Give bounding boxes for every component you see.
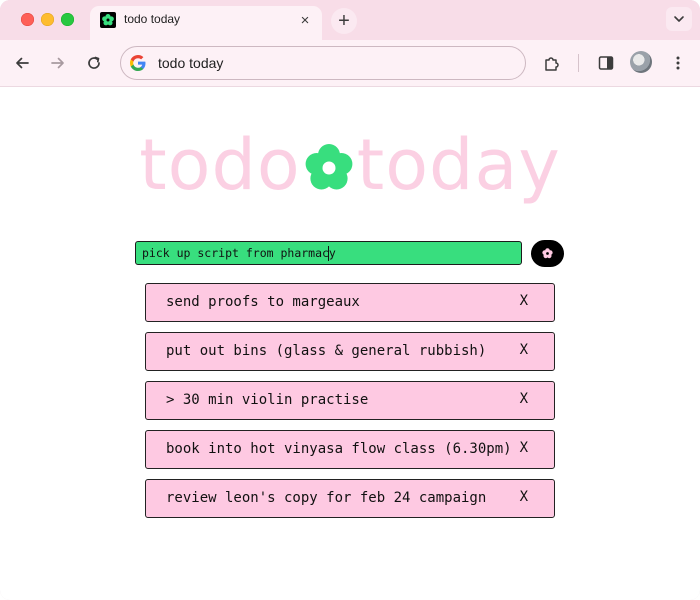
delete-todo-button[interactable]: X — [520, 489, 528, 505]
todo-text: > 30 min violin practise — [166, 392, 369, 408]
tab-close-icon[interactable]: × — [296, 11, 314, 29]
logo-text-right: today — [356, 124, 561, 206]
profile-avatar[interactable] — [630, 51, 652, 73]
delete-todo-button[interactable]: X — [520, 293, 528, 309]
side-panel-icon[interactable] — [594, 51, 618, 75]
google-g-icon — [129, 54, 147, 76]
forward-arrow-icon[interactable] — [46, 51, 70, 75]
add-todo-button[interactable] — [531, 240, 564, 267]
more-menu-icon[interactable] — [666, 51, 690, 75]
tab-todo-today[interactable]: todo today × — [90, 6, 322, 40]
extensions-puzzle-icon[interactable] — [540, 51, 564, 75]
todo-text: book into hot vinyasa flow class (6.30pm… — [166, 441, 512, 457]
delete-todo-button[interactable]: X — [520, 391, 528, 407]
todo-text: put out bins (glass & general rubbish) — [166, 343, 487, 359]
todo-item: review leon's copy for feb 24 campaign X — [145, 479, 555, 518]
todo-text: send proofs to margeaux — [166, 294, 360, 310]
tab-title: todo today — [124, 12, 181, 26]
address-text: todo today — [158, 55, 224, 71]
tab-search-chevron-icon[interactable] — [666, 7, 692, 31]
toolbar-divider — [578, 54, 579, 72]
delete-todo-button[interactable]: X — [520, 342, 528, 358]
page-content: todo today pick up script from pharmacy … — [0, 87, 700, 600]
todo-list: send proofs to margeaux X put out bins (… — [145, 283, 555, 528]
todo-text: review leon's copy for feb 24 campaign — [166, 490, 487, 506]
browser-window: todo today × + todo today todo today pic… — [0, 0, 700, 600]
minimize-window-button[interactable] — [41, 13, 54, 26]
text-caret — [328, 246, 329, 261]
reload-icon[interactable] — [82, 51, 106, 75]
browser-toolbar: todo today — [0, 40, 700, 87]
maximize-window-button[interactable] — [61, 13, 74, 26]
flower-logo-icon — [305, 144, 353, 190]
flower-icon — [542, 248, 553, 259]
back-arrow-icon[interactable] — [10, 51, 34, 75]
tab-strip: todo today × + — [0, 0, 700, 40]
close-window-button[interactable] — [21, 13, 34, 26]
delete-todo-button[interactable]: X — [520, 440, 528, 456]
todo-item: send proofs to margeaux X — [145, 283, 555, 322]
logo-text-left: todo — [139, 124, 301, 206]
flower-favicon-icon — [100, 12, 116, 28]
todo-item: put out bins (glass & general rubbish) X — [145, 332, 555, 371]
app-logo: todo today — [0, 125, 700, 205]
address-bar[interactable]: todo today — [120, 46, 526, 80]
todo-item: > 30 min violin practise X — [145, 381, 555, 420]
todo-item: book into hot vinyasa flow class (6.30pm… — [145, 430, 555, 469]
new-tab-button[interactable]: + — [331, 8, 357, 34]
